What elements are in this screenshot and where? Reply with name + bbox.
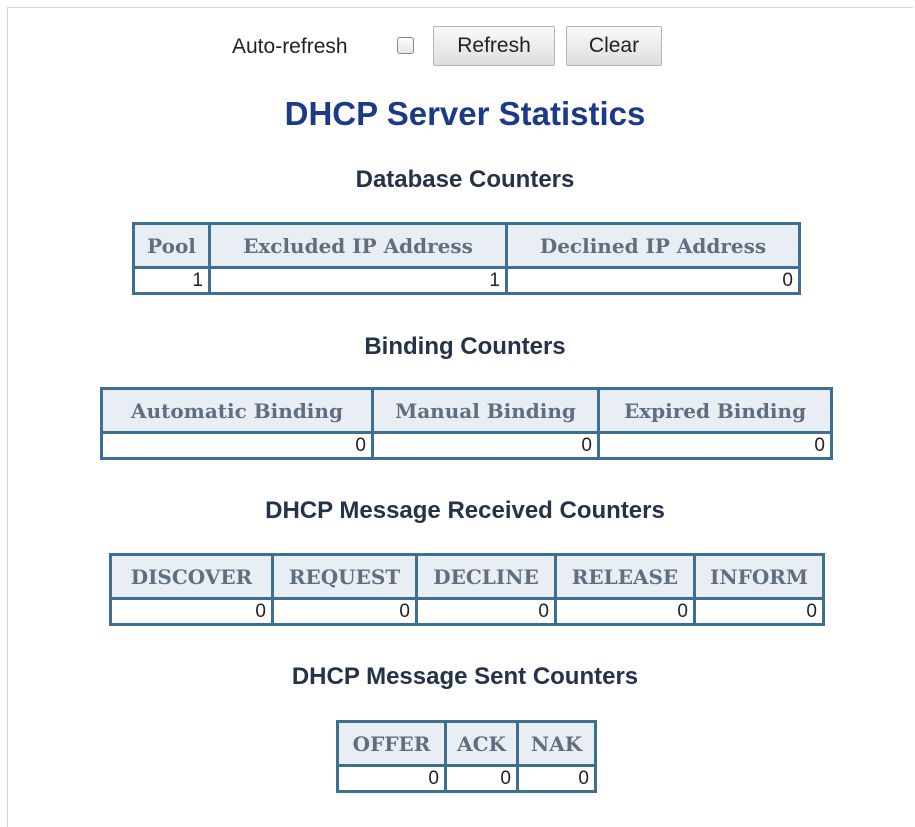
column-header-declined-ip-address: Declined IP Address bbox=[505, 222, 801, 269]
toolbar: Auto-refresh Refresh Clear bbox=[0, 26, 915, 68]
discover-value: 0 bbox=[109, 598, 273, 625]
table-row: 0 0 0 bbox=[100, 432, 832, 459]
binding-counters-title: Binding Counters bbox=[364, 333, 566, 360]
database-counters-table: Pool Excluded IP Address Declined IP Add… bbox=[132, 222, 801, 295]
column-header-expired-binding: Expired Binding bbox=[597, 387, 833, 434]
page-title: DHCP Server Statistics bbox=[284, 95, 646, 132]
column-header-automatic-binding: Automatic Binding bbox=[100, 387, 374, 434]
offer-value: 0 bbox=[336, 765, 446, 792]
table-row: 1 1 0 bbox=[132, 267, 800, 294]
column-header-request: REQUEST bbox=[271, 553, 418, 600]
column-header-offer: OFFER bbox=[336, 720, 447, 767]
manual-binding-value: 0 bbox=[371, 432, 599, 459]
column-header-pool: Pool bbox=[132, 222, 211, 269]
column-header-discover: DISCOVER bbox=[109, 553, 274, 600]
column-header-excluded-ip-address: Excluded IP Address bbox=[208, 222, 508, 269]
request-value: 0 bbox=[271, 598, 417, 625]
column-header-release: RELEASE bbox=[554, 553, 696, 600]
table-header-row: OFFER ACK NAK bbox=[336, 720, 597, 767]
auto-refresh-checkbox[interactable] bbox=[397, 37, 414, 54]
table-row: 0 0 0 bbox=[336, 765, 596, 792]
automatic-binding-value: 0 bbox=[100, 432, 373, 459]
column-header-nak: NAK bbox=[516, 720, 597, 767]
table-header-row: DISCOVER REQUEST DECLINE RELEASE INFORM bbox=[109, 553, 825, 600]
table-row: 0 0 0 0 0 bbox=[109, 598, 824, 625]
decline-value: 0 bbox=[415, 598, 556, 625]
column-header-manual-binding: Manual Binding bbox=[371, 387, 600, 434]
expired-binding-value: 0 bbox=[597, 432, 832, 459]
pool-value: 1 bbox=[132, 267, 210, 294]
nak-value: 0 bbox=[516, 765, 596, 792]
sent-counters-table: OFFER ACK NAK 0 0 0 bbox=[336, 720, 597, 793]
excluded-ip-address-value: 1 bbox=[208, 267, 507, 294]
clear-button[interactable]: Clear bbox=[566, 26, 662, 66]
declined-ip-address-value: 0 bbox=[505, 267, 800, 294]
column-header-decline: DECLINE bbox=[415, 553, 557, 600]
ack-value: 0 bbox=[444, 765, 518, 792]
inform-value: 0 bbox=[693, 598, 824, 625]
auto-refresh-label: Auto-refresh bbox=[232, 35, 348, 58]
table-header-row: Pool Excluded IP Address Declined IP Add… bbox=[132, 222, 801, 269]
database-counters-title: Database Counters bbox=[355, 166, 575, 193]
column-header-inform: INFORM bbox=[693, 553, 825, 600]
binding-counters-table: Automatic Binding Manual Binding Expired… bbox=[100, 387, 833, 460]
received-counters-table: DISCOVER REQUEST DECLINE RELEASE INFORM … bbox=[109, 553, 825, 626]
received-counters-title: DHCP Message Received Counters bbox=[265, 497, 665, 524]
column-header-ack: ACK bbox=[444, 720, 519, 767]
refresh-button[interactable]: Refresh bbox=[433, 26, 555, 66]
sent-counters-title: DHCP Message Sent Counters bbox=[291, 663, 639, 690]
release-value: 0 bbox=[554, 598, 695, 625]
table-header-row: Automatic Binding Manual Binding Expired… bbox=[100, 387, 833, 434]
